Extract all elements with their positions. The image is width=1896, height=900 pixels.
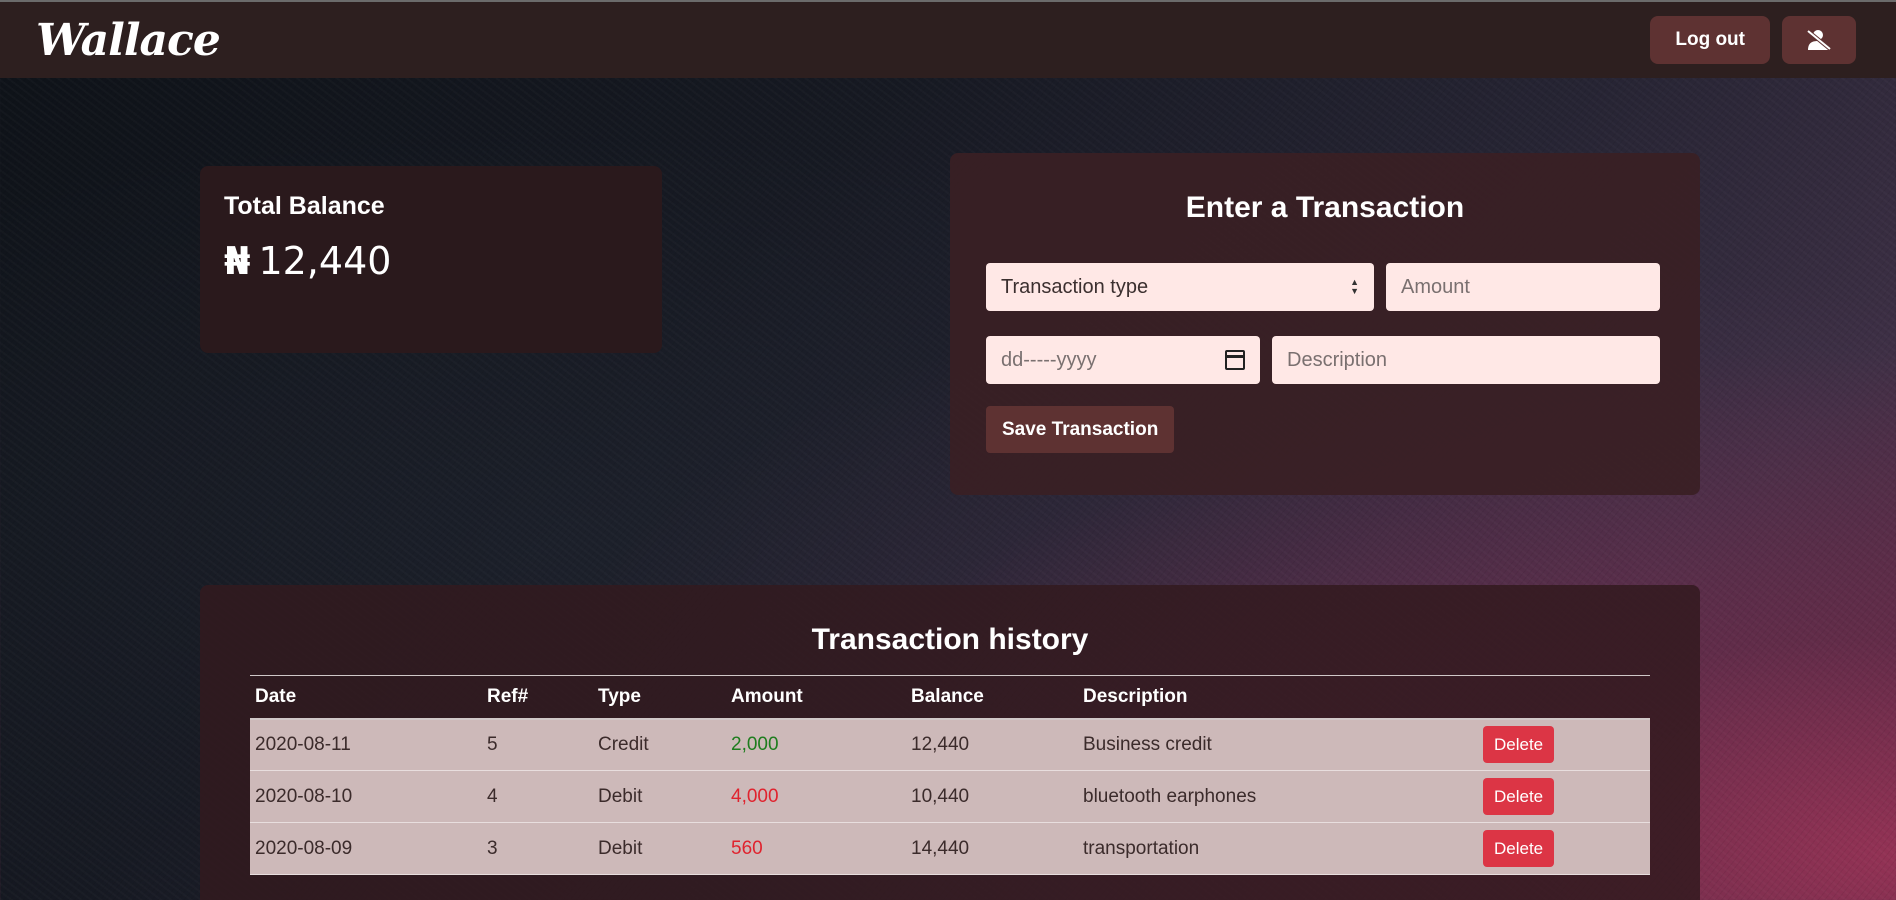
description-input[interactable]: Description bbox=[1272, 336, 1660, 384]
table-header-row: Date Ref# Type Amount Balance Descriptio… bbox=[250, 675, 1650, 720]
transaction-form-title: Enter a Transaction bbox=[1185, 191, 1465, 224]
header-amount: Amount bbox=[726, 675, 906, 720]
cell-action: Delete bbox=[1478, 822, 1650, 875]
navbar: Wallace Log out bbox=[0, 0, 1896, 78]
header-actions bbox=[1478, 675, 1650, 720]
form-row-2: dd-----yyyy Description bbox=[986, 336, 1664, 384]
cell-ref: 4 bbox=[482, 770, 593, 823]
transaction-table: Date Ref# Type Amount Balance Descriptio… bbox=[250, 675, 1650, 875]
header-balance: Balance bbox=[906, 675, 1078, 720]
amount-placeholder: Amount bbox=[1401, 275, 1470, 298]
total-balance-card: Total Balance ₦ 12,440 bbox=[200, 166, 662, 353]
header-type: Type bbox=[593, 675, 726, 720]
header-ref: Ref# bbox=[482, 675, 593, 720]
cell-action: Delete bbox=[1478, 718, 1650, 771]
transaction-type-value: Transaction type bbox=[1001, 275, 1149, 298]
cell-description: transportation bbox=[1078, 822, 1478, 875]
user-profile-button[interactable] bbox=[1782, 16, 1856, 64]
form-row-1: Transaction type ▲ ▼ Amount bbox=[986, 263, 1664, 311]
cell-type: Debit bbox=[593, 770, 726, 823]
cell-type: Credit bbox=[593, 718, 726, 771]
logout-button[interactable]: Log out bbox=[1650, 16, 1770, 64]
cell-ref: 3 bbox=[482, 822, 593, 875]
description-placeholder: Description bbox=[1287, 348, 1388, 371]
cell-balance: 10,440 bbox=[906, 770, 1078, 823]
cell-action: Delete bbox=[1478, 770, 1650, 823]
delete-button[interactable]: Delete bbox=[1483, 830, 1555, 867]
select-arrows-icon: ▲ ▼ bbox=[1350, 277, 1359, 296]
transaction-history-card: Transaction history Date Ref# Type Amoun… bbox=[200, 585, 1700, 900]
cell-balance: 14,440 bbox=[906, 822, 1078, 875]
transaction-form-card: Enter a Transaction Transaction type ▲ ▼ … bbox=[950, 153, 1700, 495]
date-placeholder: dd-----yyyy bbox=[1001, 348, 1097, 371]
balance-value: 12,440 bbox=[258, 239, 392, 283]
table-row: 2020-08-09 3 Debit 560 14,440 transporta… bbox=[250, 822, 1650, 875]
cell-date: 2020-08-10 bbox=[250, 770, 482, 823]
header-date: Date bbox=[250, 675, 482, 720]
cell-amount: 560 bbox=[726, 822, 906, 875]
amount-input[interactable]: Amount bbox=[1386, 263, 1660, 311]
cell-amount: 4,000 bbox=[726, 770, 906, 823]
user-slash-icon bbox=[1806, 29, 1832, 51]
cell-date: 2020-08-09 bbox=[250, 822, 482, 875]
cell-type: Debit bbox=[593, 822, 726, 875]
currency-symbol: ₦ bbox=[224, 239, 251, 283]
balance-title: Total Balance bbox=[224, 192, 385, 220]
delete-button[interactable]: Delete bbox=[1483, 778, 1555, 815]
cell-description: Business credit bbox=[1078, 718, 1478, 771]
transaction-type-select[interactable]: Transaction type ▲ ▼ bbox=[986, 263, 1374, 311]
history-title: Transaction history bbox=[811, 623, 1089, 656]
table-row: 2020-08-11 5 Credit 2,000 12,440 Busines… bbox=[250, 718, 1650, 771]
cell-amount: 2,000 bbox=[726, 718, 906, 771]
date-input[interactable]: dd-----yyyy bbox=[986, 336, 1260, 384]
cell-description: bluetooth earphones bbox=[1078, 770, 1478, 823]
calendar-icon[interactable] bbox=[1225, 350, 1245, 370]
balance-amount: ₦ 12,440 bbox=[224, 239, 638, 283]
wallace-logo[interactable]: Wallace bbox=[36, 15, 221, 66]
cell-date: 2020-08-11 bbox=[250, 718, 482, 771]
table-row: 2020-08-10 4 Debit 4,000 10,440 bluetoot… bbox=[250, 770, 1650, 823]
cell-balance: 12,440 bbox=[906, 718, 1078, 771]
save-transaction-button[interactable]: Save Transaction bbox=[986, 406, 1175, 453]
cell-ref: 5 bbox=[482, 718, 593, 771]
nav-actions: Log out bbox=[1650, 16, 1856, 64]
delete-button[interactable]: Delete bbox=[1483, 726, 1555, 764]
header-description: Description bbox=[1078, 675, 1478, 720]
